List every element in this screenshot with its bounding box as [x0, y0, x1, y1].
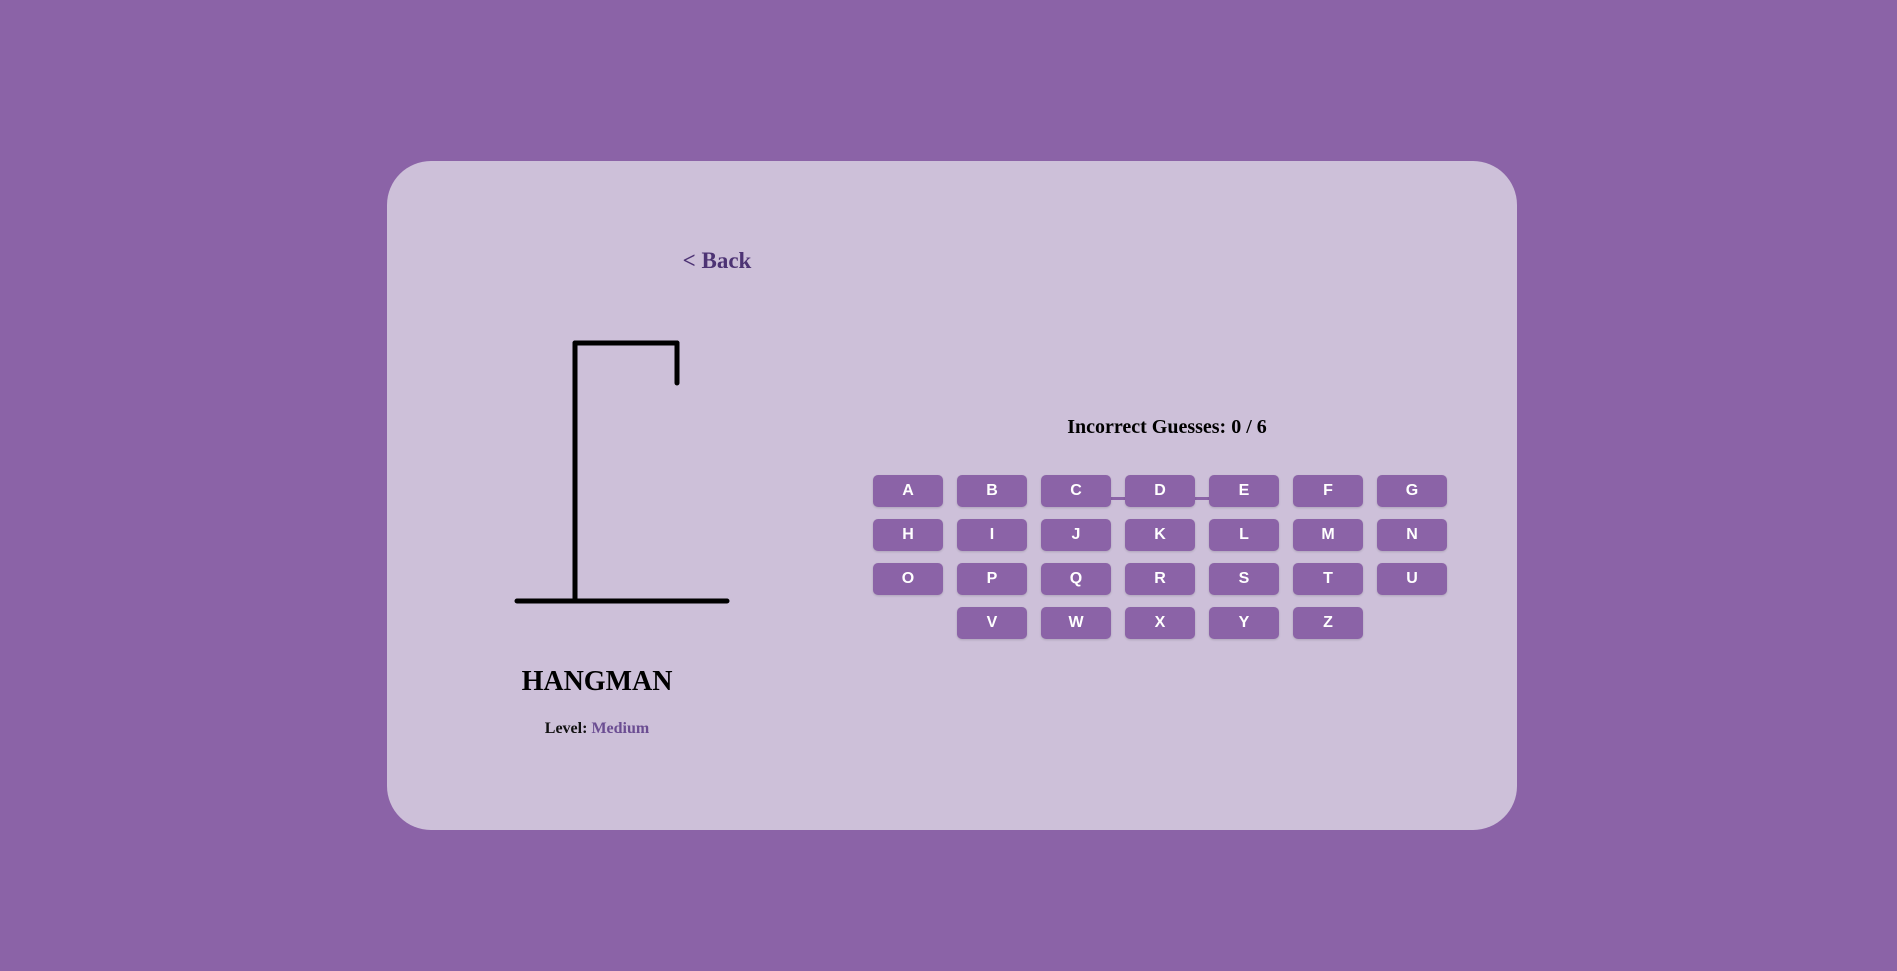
- letter-key-r[interactable]: R: [1125, 563, 1195, 595]
- letter-key-p[interactable]: P: [957, 563, 1027, 595]
- level-value: Medium: [591, 720, 650, 737]
- letter-key-e[interactable]: E: [1209, 475, 1279, 507]
- level-indicator: Level: Medium: [397, 720, 797, 738]
- letter-key-l[interactable]: L: [1209, 519, 1279, 551]
- letter-key-k[interactable]: K: [1125, 519, 1195, 551]
- letter-key-q[interactable]: Q: [1041, 563, 1111, 595]
- gallows-drawing: [514, 340, 730, 604]
- game-card: < Back HANGMAN Level: Medium Incorrect G…: [387, 161, 1517, 830]
- letter-keyboard: ABCDEFG HIJKLMN OPQRSTU VWXYZ: [870, 475, 1450, 651]
- letter-key-t[interactable]: T: [1293, 563, 1363, 595]
- keyboard-row: VWXYZ: [870, 607, 1450, 639]
- incorrect-count: 0 / 6: [1231, 416, 1267, 438]
- letter-key-f[interactable]: F: [1293, 475, 1363, 507]
- letter-key-n[interactable]: N: [1377, 519, 1447, 551]
- incorrect-guesses: Incorrect Guesses: 0 / 6: [947, 416, 1387, 439]
- letter-key-o[interactable]: O: [873, 563, 943, 595]
- letter-key-y[interactable]: Y: [1209, 607, 1279, 639]
- letter-key-h[interactable]: H: [873, 519, 943, 551]
- letter-key-a[interactable]: A: [873, 475, 943, 507]
- letter-key-i[interactable]: I: [957, 519, 1027, 551]
- keyboard-row: OPQRSTU: [870, 563, 1450, 595]
- letter-key-b[interactable]: B: [957, 475, 1027, 507]
- game-title: HANGMAN: [521, 666, 673, 697]
- letter-key-j[interactable]: J: [1041, 519, 1111, 551]
- level-label: Level:: [544, 720, 588, 737]
- letter-key-c[interactable]: C: [1041, 475, 1111, 507]
- letter-key-g[interactable]: G: [1377, 475, 1447, 507]
- letter-key-d[interactable]: D: [1125, 475, 1195, 507]
- back-link[interactable]: < Back: [597, 248, 837, 274]
- letter-key-s[interactable]: S: [1209, 563, 1279, 595]
- letter-key-z[interactable]: Z: [1293, 607, 1363, 639]
- keyboard-row: ABCDEFG: [870, 475, 1450, 507]
- letter-key-x[interactable]: X: [1125, 607, 1195, 639]
- letter-key-u[interactable]: U: [1377, 563, 1447, 595]
- letter-key-m[interactable]: M: [1293, 519, 1363, 551]
- letter-key-w[interactable]: W: [1041, 607, 1111, 639]
- incorrect-label: Incorrect Guesses:: [1067, 416, 1227, 438]
- letter-key-v[interactable]: V: [957, 607, 1027, 639]
- keyboard-row: HIJKLMN: [870, 519, 1450, 551]
